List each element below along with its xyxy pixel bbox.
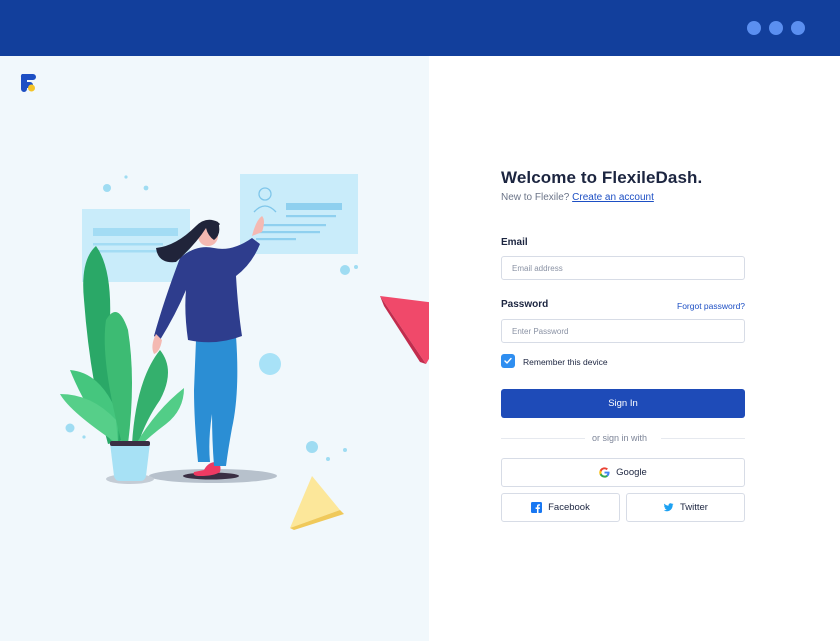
floating-profile-card [240,174,358,254]
facebook-sign-in-button[interactable]: Facebook [501,493,620,522]
window-control-dot-2[interactable] [769,21,783,35]
signup-prompt-text: New to Flexile? [501,192,570,203]
decor-dot [326,457,330,461]
window-topbar [0,0,840,56]
divider-line-left [501,438,585,439]
decor-dot [143,185,149,191]
window-control-dot-3[interactable] [791,21,805,35]
checkmark-icon [504,357,512,364]
decor-dot [343,448,347,452]
twitter-button-label: Twitter [680,502,708,513]
decor-dot [103,184,111,192]
decor-yellow-triangle [290,476,344,530]
signup-prompt: New to Flexile? Create an account [501,192,654,203]
decor-dot [65,423,75,433]
woman-figure [152,216,264,476]
facebook-button-label: Facebook [548,502,590,513]
forgot-password-link[interactable]: Forgot password? [677,301,745,311]
decor-dot [82,435,86,439]
decor-dot [354,265,358,269]
google-button-label: Google [616,467,647,478]
decor-dot [340,265,350,275]
twitter-sign-in-button[interactable]: Twitter [626,493,745,522]
login-panel [429,56,840,641]
remember-device-label: Remember this device [523,357,608,367]
password-label: Password [501,299,549,310]
sign-in-button[interactable]: Sign In [501,389,745,418]
create-account-link[interactable]: Create an account [572,192,654,203]
facebook-icon [531,502,543,513]
google-icon [599,467,610,478]
decor-bubble [259,353,281,375]
decor-dot [124,175,128,179]
window-control-dot-1[interactable] [747,21,761,35]
twitter-bird-icon [663,503,674,512]
password-field[interactable] [501,319,745,343]
remember-device-checkbox[interactable] [501,354,515,368]
email-label: Email [501,237,528,248]
email-field[interactable] [501,256,745,280]
decor-dot [306,441,318,453]
google-sign-in-button[interactable]: Google [501,458,745,487]
page-title: Welcome to FlexileDash. [501,168,703,187]
login-illustration [60,174,460,530]
divider-line-right [661,438,745,439]
divider-text: or sign in with [592,433,648,443]
